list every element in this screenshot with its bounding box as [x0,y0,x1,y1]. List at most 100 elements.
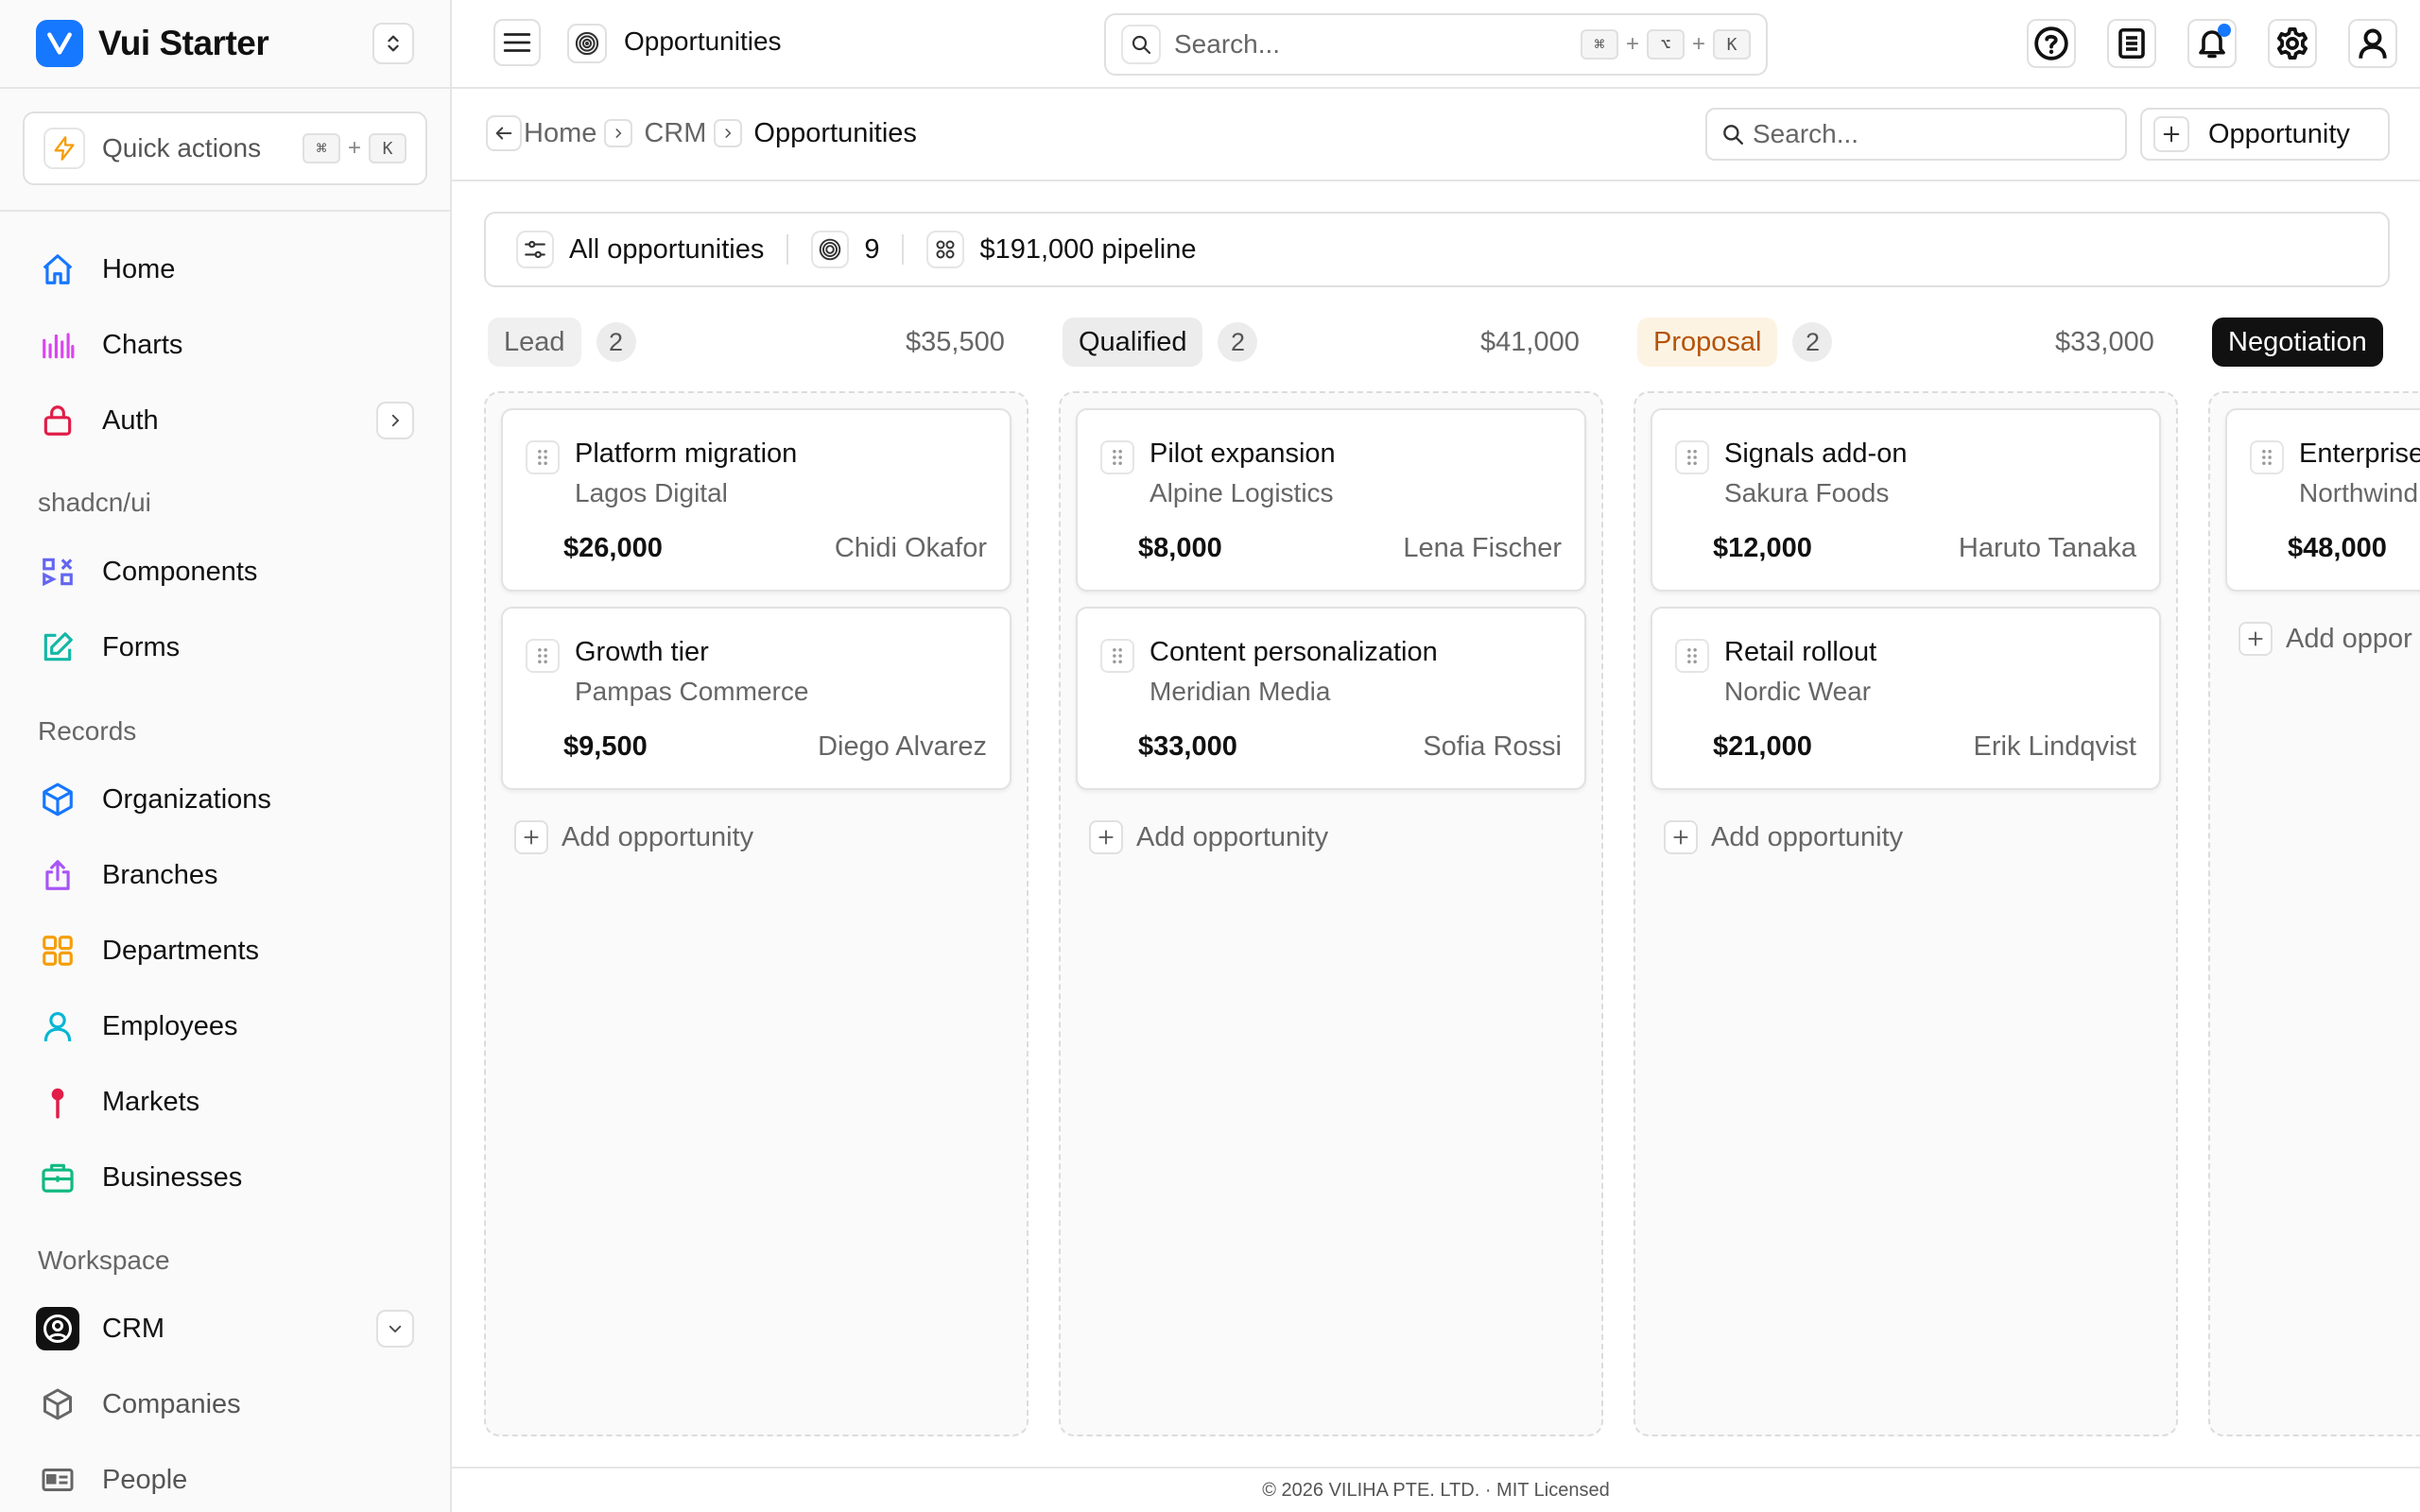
chevron-right-icon [714,119,743,147]
breadcrumb-home[interactable]: Home [524,118,596,149]
search-placeholder: Search... [1753,119,1859,148]
expand-button[interactable] [376,402,414,439]
drag-handle-icon[interactable] [526,639,560,673]
opportunity-search-input[interactable]: Search... [1705,108,2127,161]
id-card-icon [36,1458,79,1502]
card-company: Sakura Foods [1724,478,1890,507]
target-icon [567,24,607,63]
help-icon [2034,26,2068,60]
sidebar-item-people[interactable]: People [36,1453,414,1506]
sidebar-item-home[interactable]: Home [36,243,414,296]
settings-button[interactable] [2268,19,2317,68]
stage-count-badge: 2 [1792,322,1833,362]
document-icon [2118,27,2145,60]
card-amount: $21,000 [1713,731,1812,762]
kanban-column: Platform migration Lagos Digital $26,000 Ch… [484,391,1028,1436]
sidebar-item-label: Businesses [102,1161,243,1193]
card-amount: $33,000 [1138,731,1237,762]
drag-handle-icon[interactable] [1100,440,1134,474]
sidebar-item-organizations[interactable]: Organizations [36,773,414,826]
column-header: Proposal 2 [1637,318,1833,367]
card-amount: $8,000 [1138,533,1222,563]
opportunity-card[interactable]: Growth tier Pampas Commerce $9,500 Diego Al… [501,607,1011,790]
shortcut-key: ⌥ [1646,29,1685,60]
card-company: Nordic Wear [1724,677,1872,706]
add-opportunity-button[interactable]: Opportunity [2140,108,2390,161]
shortcut-key: ⌘ [302,133,340,163]
drag-handle-icon[interactable] [526,440,560,474]
sidebar-item-label: Markets [102,1086,200,1117]
shortcut-key: K [369,133,406,163]
sidebar-item-employees[interactable]: Employees [36,1000,414,1053]
box-icon [36,778,79,821]
opportunity-card[interactable]: Enterprise Northwind $48,000 [2225,408,2420,592]
card-title: Content personalization [1150,637,1438,667]
add-opportunity-row[interactable]: Add opportunity [514,818,753,856]
user-icon [2359,28,2387,59]
card-owner: Erik Lindqvist [1973,731,2136,762]
notification-dot [2218,24,2231,37]
stage-pill[interactable]: Proposal [1637,318,1778,367]
sidebar-item-auth[interactable]: Auth [36,394,414,447]
global-search[interactable]: Search... ⌘ + ⌥ + K [1104,13,1768,76]
add-opportunity-row[interactable]: Add opportunity [1664,818,1903,856]
sidebar-item-components[interactable]: Components [36,545,414,598]
opportunity-card[interactable]: Platform migration Lagos Digital $26,000 Ch… [501,408,1011,592]
grid-icon [36,929,79,972]
card-company: Alpine Logistics [1150,478,1334,507]
card-amount: $26,000 [563,533,663,563]
card-owner: Lena Fischer [1403,533,1562,563]
opportunity-card[interactable]: Pilot expansion Alpine Logistics $8,000 Len… [1076,408,1586,592]
sidebar-item-departments[interactable]: Departments [36,924,414,977]
pin-icon [36,1080,79,1124]
stage-total: $35,500 [906,326,1005,357]
sidebar-item-label: People [102,1464,188,1495]
card-owner: Chidi Okafor [834,533,987,563]
breadcrumb: Home CRM Opportunities [509,112,925,154]
home-icon [36,248,79,291]
sidebar-item-companies[interactable]: Companies [36,1378,414,1431]
sidebar-item-forms[interactable]: Forms [36,621,414,674]
stage-pill[interactable]: Negotiation [2212,318,2383,367]
drag-handle-icon[interactable] [1675,440,1709,474]
breadcrumb-crm[interactable]: CRM [644,118,706,149]
menu-toggle-button[interactable] [493,19,541,66]
stage-pill[interactable]: Lead [488,318,581,367]
brand-logo-icon[interactable] [36,20,83,67]
card-title: Signals add-on [1724,438,1908,469]
gear-icon [2277,27,2308,60]
collapse-button[interactable] [376,1310,414,1348]
add-opportunity-row[interactable]: Add oppor [2238,620,2412,658]
sidebar-item-label: Departments [102,935,260,966]
quick-actions-label: Quick actions [102,133,262,163]
docs-button[interactable] [2107,19,2156,68]
sidebar-item-businesses[interactable]: Businesses [36,1151,414,1204]
menu-icon [503,33,531,52]
sidebar-item-crm[interactable]: CRM [36,1302,414,1355]
breadcrumb-current: Opportunities [753,117,917,148]
sidebar-item-label: Branches [102,859,218,890]
opportunity-card[interactable]: Signals add-on Sakura Foods $12,000 Haruto … [1651,408,2161,592]
card-company: Lagos Digital [575,478,728,507]
sidebar-item-branches[interactable]: Branches [36,849,414,902]
column-header: Qualified 2 [1063,318,1258,367]
card-title: Pilot expansion [1150,438,1336,469]
drag-handle-icon[interactable] [2250,440,2284,474]
help-button[interactable] [2027,19,2076,68]
card-company: Pampas Commerce [575,677,809,706]
kanban-board: Lead 2 $35,500 Platform migration Lagos Digi… [452,181,2420,1467]
workspace-switcher-button[interactable] [372,23,414,64]
sidebar-item-charts[interactable]: Charts [36,318,414,371]
opportunity-card[interactable]: Content personalization Meridian Media $33… [1076,607,1586,790]
stage-pill[interactable]: Qualified [1063,318,1203,367]
sidebar-item-label: Home [102,253,176,284]
opportunity-card[interactable]: Retail rollout Nordic Wear $21,000 Erik Lin… [1651,607,2161,790]
sidebar-item-markets[interactable]: Markets [36,1075,414,1128]
account-button[interactable] [2348,19,2397,68]
notifications-button[interactable] [2187,19,2237,68]
quick-actions-button[interactable]: Quick actions ⌘ + K [23,112,427,185]
drag-handle-icon[interactable] [1675,639,1709,673]
drag-handle-icon[interactable] [1100,639,1134,673]
topbar: Opportunities Search... ⌘ + ⌥ + K [452,0,2420,89]
add-opportunity-row[interactable]: Add opportunity [1089,818,1328,856]
